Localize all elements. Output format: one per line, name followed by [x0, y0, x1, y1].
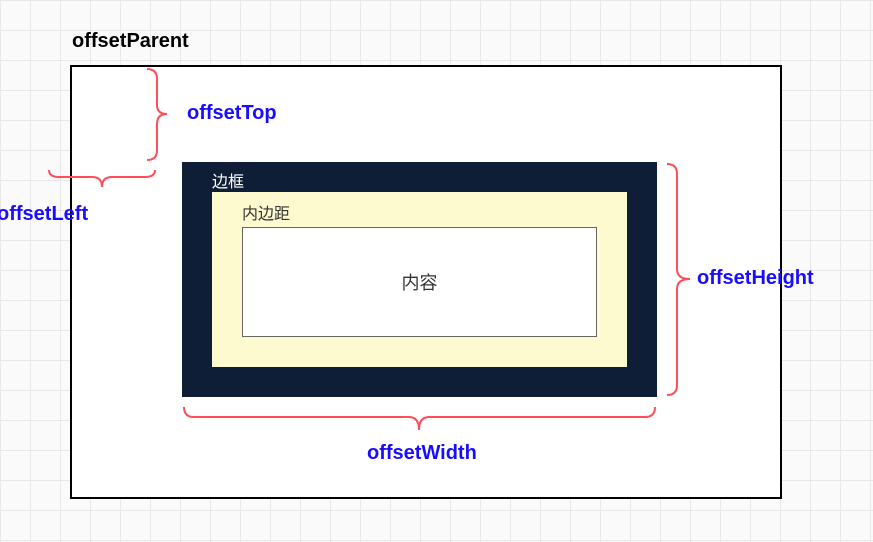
brace-left-icon: [47, 162, 157, 192]
offset-parent-box: offsetTop offsetLeft 边框 内边距 内容 offsetHei…: [70, 65, 782, 499]
padding-label: 内边距: [242, 200, 290, 224]
border-label: 边框: [212, 168, 244, 192]
brace-top-icon: [132, 67, 172, 162]
offset-left-label: offsetLeft: [0, 203, 88, 226]
offset-parent-label: offsetParent: [72, 30, 189, 53]
offset-top-label: offsetTop: [187, 102, 277, 125]
brace-right-icon: [662, 162, 697, 397]
content-box: 内容: [242, 227, 597, 337]
brace-bottom-icon: [182, 402, 657, 437]
content-label: 内容: [402, 269, 438, 295]
padding-box: 内边距 内容: [212, 192, 627, 367]
offset-height-label: offsetHeight: [697, 267, 814, 290]
border-box: 边框 内边距 内容: [182, 162, 657, 397]
offset-width-label: offsetWidth: [367, 442, 477, 465]
